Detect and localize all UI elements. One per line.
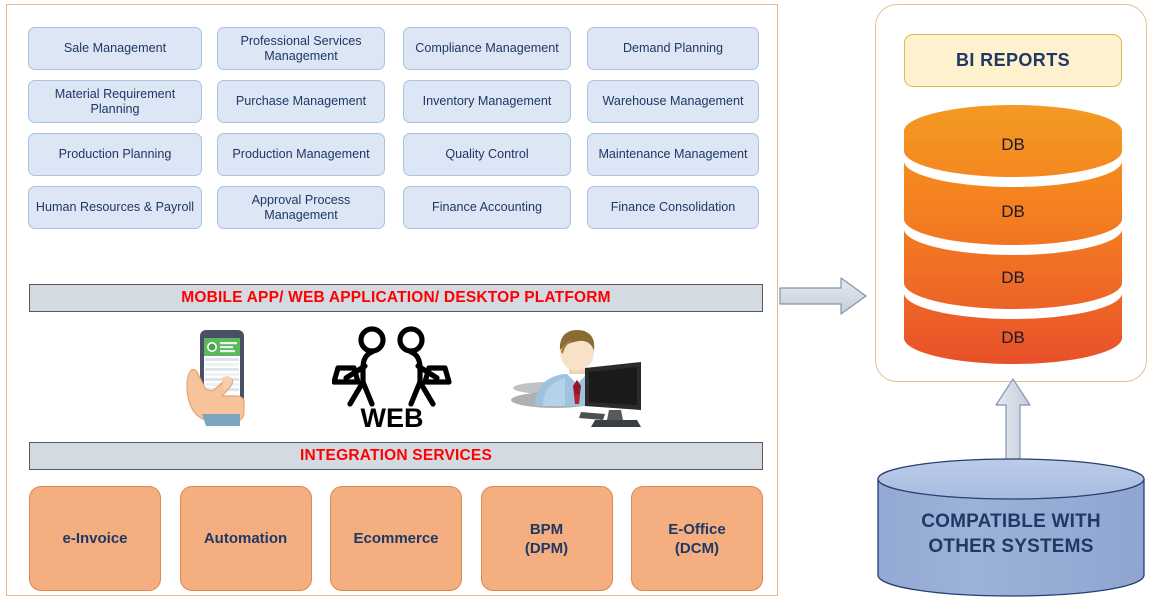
bi-reports-box[interactable]: BI REPORTS	[904, 34, 1122, 87]
channel-icon-strip: WEB	[29, 317, 763, 439]
bi-db-panel: BI REPORTS DB DB DB DB	[875, 4, 1147, 382]
module-card[interactable]: Material Requirement Planning	[28, 80, 202, 123]
module-card[interactable]: Approval Process Management	[217, 186, 385, 229]
module-card[interactable]: Sale Management	[28, 27, 202, 70]
module-card[interactable]: Production Planning	[28, 133, 202, 176]
service-card-label: Ecommerce	[353, 530, 439, 547]
integration-banner-label: INTEGRATION SERVICES	[299, 447, 493, 464]
module-label: Production Planning	[58, 147, 172, 162]
erp-modules-panel: Sale Management Professional Services Ma…	[6, 4, 778, 596]
web-icon-caption: WEB	[361, 403, 424, 432]
module-label: Approval Process Management	[251, 193, 351, 222]
service-card-label-line1: E-Office	[668, 520, 726, 538]
module-label: Professional Services Management	[240, 34, 362, 63]
database-stack: DB DB DB DB	[904, 105, 1122, 364]
module-label: Compliance Management	[415, 41, 559, 56]
service-card-ecommerce[interactable]: Ecommerce	[330, 486, 462, 591]
module-card[interactable]: Human Resources & Payroll	[28, 186, 202, 229]
module-label: Material Requirement Planning	[54, 87, 176, 116]
integration-banner: INTEGRATION SERVICES	[29, 442, 763, 470]
module-grid: Sale Management Professional Services Ma…	[24, 27, 770, 229]
module-card[interactable]: Purchase Management	[217, 80, 385, 123]
module-card[interactable]: Production Management	[217, 133, 385, 176]
module-card[interactable]: Quality Control	[403, 133, 571, 176]
arrow-up-icon	[995, 378, 1031, 466]
db-layer-label: DB	[1001, 268, 1025, 287]
platform-banner-label: MOBILE APP/ WEB APPLICATION/ DESKTOP PLA…	[181, 289, 611, 306]
platform-banner: MOBILE APP/ WEB APPLICATION/ DESKTOP PLA…	[29, 284, 763, 312]
module-label: Demand Planning	[622, 41, 724, 56]
service-card-label-line2: (DPM)	[524, 539, 569, 557]
module-card[interactable]: Maintenance Management	[587, 133, 759, 176]
module-card[interactable]: Inventory Management	[403, 80, 571, 123]
compatible-systems-cylinder: COMPATIBLE WITH OTHER SYSTEMS	[876, 457, 1146, 597]
module-card[interactable]: Demand Planning	[587, 27, 759, 70]
service-card-e-invoice[interactable]: e-Invoice	[29, 486, 161, 591]
service-card-automation[interactable]: Automation	[179, 486, 312, 591]
desktop-user-icon	[499, 317, 659, 439]
module-card[interactable]: Warehouse Management	[587, 80, 759, 123]
db-layer-label: DB	[1001, 202, 1025, 221]
module-label: Sale Management	[63, 41, 167, 56]
service-card-label: e-Invoice	[62, 530, 128, 547]
module-label: Human Resources & Payroll	[35, 200, 195, 215]
module-label: Quality Control	[445, 147, 529, 162]
module-card[interactable]: Professional Services Management	[217, 27, 385, 70]
module-card[interactable]: Compliance Management	[403, 27, 571, 70]
module-card[interactable]: Finance Accounting	[403, 186, 571, 229]
module-label: Production Management	[232, 147, 370, 162]
service-card-e-office[interactable]: E-Office (DCM)	[631, 486, 763, 591]
service-card-label-line2: (DCM)	[674, 539, 720, 557]
web-people-icon: WEB	[319, 317, 469, 439]
mobile-phone-in-hand-icon	[159, 317, 289, 439]
service-card-label-line1: BPM	[529, 520, 564, 538]
service-card-row: e-Invoice Automation Ecommerce BPM (DPM)…	[29, 486, 763, 593]
service-card-label: Automation	[203, 530, 288, 547]
db-layer-label: DB	[1001, 328, 1025, 347]
module-label: Purchase Management	[235, 94, 367, 109]
module-label: Warehouse Management	[602, 94, 744, 109]
module-label: Inventory Management	[422, 94, 552, 109]
module-label: Finance Consolidation	[610, 200, 736, 215]
db-layer-label: DB	[1001, 135, 1025, 154]
bi-reports-label: BI REPORTS	[955, 50, 1070, 70]
module-label: Finance Accounting	[432, 200, 542, 215]
module-label: Maintenance Management	[598, 147, 748, 162]
module-card[interactable]: Finance Consolidation	[587, 186, 759, 229]
service-card-bpm[interactable]: BPM (DPM)	[480, 486, 613, 591]
arrow-right-icon	[779, 277, 867, 315]
